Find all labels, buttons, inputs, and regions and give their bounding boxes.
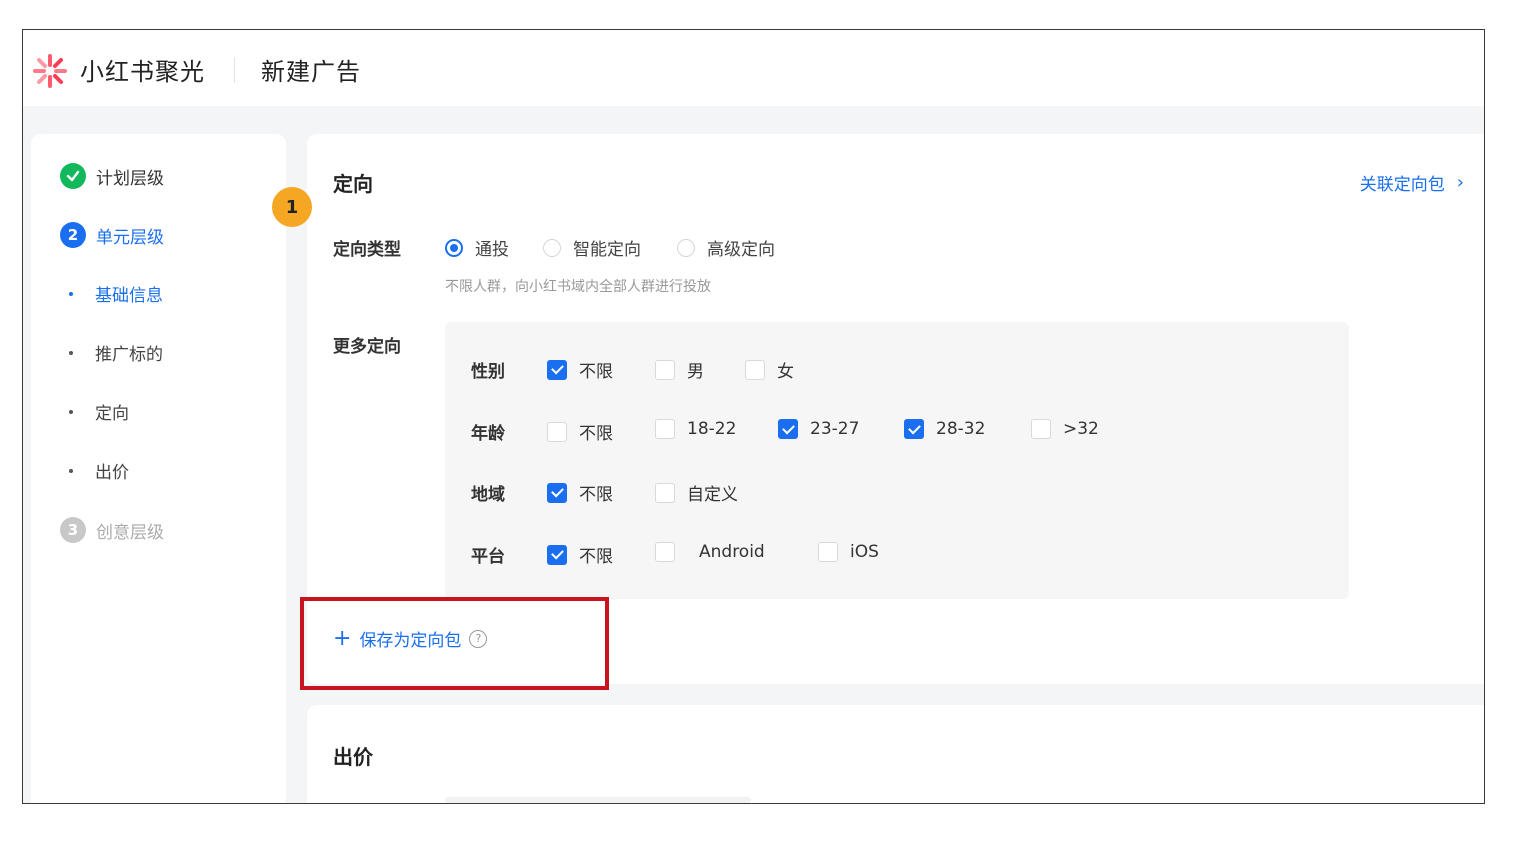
step-label: 单元层级 — [96, 227, 164, 248]
checkbox[interactable] — [655, 419, 675, 439]
checkbox-label: 女 — [777, 362, 794, 382]
region-custom-checkbox[interactable]: 自定义 — [655, 480, 738, 505]
checkbox-label: 18-22 — [687, 419, 737, 439]
chevron-right-icon: › — [1456, 172, 1464, 193]
checkbox-label: 不限 — [579, 362, 613, 382]
age-over-32-checkbox[interactable]: >32 — [1031, 419, 1099, 439]
sidebar-item-label: 定向 — [95, 404, 129, 424]
check-icon — [60, 163, 86, 189]
targeting-type-label: 定向类型 — [333, 240, 401, 260]
radio-label: 高级定向 — [707, 240, 775, 260]
link-targeting-package-button[interactable]: 关联定向包 › — [1360, 170, 1464, 195]
step-unit-level[interactable]: 2 单元层级 — [60, 222, 164, 248]
sidebar-item-basic-info[interactable]: 基础信息 — [69, 281, 163, 306]
brand-logo-icon — [33, 54, 67, 88]
sidebar-item-label: 基础信息 — [95, 286, 163, 306]
platform-unlimited-checkbox[interactable]: 不限 — [547, 542, 613, 567]
checkbox[interactable] — [655, 542, 675, 562]
page-title: 新建广告 — [261, 58, 361, 86]
bullet-icon — [69, 409, 73, 414]
section-title-targeting: 定向 — [333, 172, 373, 196]
checkbox[interactable] — [1031, 419, 1051, 439]
checkbox-label: iOS — [850, 542, 879, 562]
checkbox-label: 男 — [687, 362, 704, 382]
step-label: 计划层级 — [96, 168, 164, 189]
checkbox[interactable] — [745, 359, 765, 380]
step-creative-level[interactable]: 3 创意层级 — [60, 517, 164, 543]
radio-option-advanced[interactable]: 高级定向 — [677, 235, 775, 260]
bullet-icon — [69, 291, 73, 296]
age-18-22-checkbox[interactable]: 18-22 — [655, 419, 736, 439]
step-number-badge: 3 — [60, 517, 86, 543]
more-targeting-panel: 性别 不限 男 女 年龄 不限 18-22 23-27 28-32 >32 地域… — [445, 322, 1349, 599]
sidebar-item-label: 出价 — [95, 463, 129, 483]
platform-label: 平台 — [471, 547, 505, 567]
section-title-bidding: 出价 — [333, 745, 373, 769]
link-label: 关联定向包 — [1359, 175, 1445, 195]
bullet-icon — [69, 350, 73, 355]
gender-male-checkbox[interactable]: 男 — [655, 357, 704, 382]
step-sidebar: 计划层级 2 单元层级 基础信息 推广标的 定向 出价 3 创意层级 — [31, 134, 286, 803]
checkbox[interactable] — [547, 482, 567, 503]
sidebar-item-targeting[interactable]: 定向 — [69, 399, 129, 424]
radio-option-general[interactable]: 通投 — [445, 235, 509, 260]
targeting-hint: 不限人群，向小红书域内全部人群进行投放 — [445, 279, 711, 295]
checkbox-label: 不限 — [579, 485, 613, 505]
checkbox-label: 28-32 — [936, 419, 986, 439]
checkbox[interactable] — [655, 359, 675, 380]
bidding-card: 出价 — [307, 705, 1484, 803]
checkbox-label: >32 — [1063, 419, 1099, 439]
annotation-badge: 1 — [272, 187, 312, 227]
platform-ios-checkbox[interactable]: iOS — [818, 542, 879, 562]
checkbox-label: 23-27 — [810, 419, 860, 439]
gender-female-checkbox[interactable]: 女 — [745, 357, 794, 382]
age-23-27-checkbox[interactable]: 23-27 — [778, 419, 859, 439]
highlight-box — [300, 597, 609, 690]
sidebar-item-promotion-target[interactable]: 推广标的 — [69, 340, 163, 365]
checkbox[interactable] — [818, 542, 838, 562]
app-window: 小红书聚光 新建广告 计划层级 2 单元层级 基础信息 推广标的 定向 出价 3… — [22, 29, 1485, 804]
checkbox[interactable] — [655, 482, 675, 503]
age-label: 年龄 — [471, 424, 505, 444]
checkbox-label: 不限 — [579, 424, 613, 444]
radio-button[interactable] — [445, 238, 463, 257]
radio-button[interactable] — [677, 238, 695, 257]
brand-name: 小红书聚光 — [80, 58, 205, 86]
checkbox[interactable] — [778, 419, 798, 439]
checkbox[interactable] — [547, 421, 567, 442]
step-number-badge: 2 — [60, 222, 86, 248]
radio-label: 智能定向 — [573, 240, 641, 260]
header-divider — [234, 57, 235, 83]
radio-button[interactable] — [543, 238, 561, 257]
gender-unlimited-checkbox[interactable]: 不限 — [547, 357, 613, 382]
step-label: 创意层级 — [96, 522, 164, 543]
top-bar: 小红书聚光 新建广告 — [23, 30, 1484, 106]
radio-option-smart[interactable]: 智能定向 — [543, 235, 641, 260]
region-label: 地域 — [471, 485, 505, 505]
sidebar-item-bidding[interactable]: 出价 — [69, 458, 129, 483]
more-targeting-label: 更多定向 — [333, 337, 401, 357]
checkbox-label: Android — [699, 542, 765, 562]
step-plan-level[interactable]: 计划层级 — [60, 163, 164, 189]
age-unlimited-checkbox[interactable]: 不限 — [547, 419, 613, 444]
bullet-icon — [69, 468, 73, 473]
checkbox-label: 不限 — [579, 547, 613, 567]
platform-android-checkbox[interactable]: Android — [655, 542, 765, 562]
bidding-field-placeholder — [445, 797, 751, 803]
checkbox[interactable] — [547, 544, 567, 565]
checkbox[interactable] — [904, 419, 924, 439]
region-unlimited-checkbox[interactable]: 不限 — [547, 480, 613, 505]
checkbox[interactable] — [547, 359, 567, 380]
checkbox-label: 自定义 — [687, 485, 738, 505]
sidebar-item-label: 推广标的 — [95, 345, 163, 365]
radio-label: 通投 — [475, 240, 509, 260]
gender-label: 性别 — [471, 362, 505, 382]
age-28-32-checkbox[interactable]: 28-32 — [904, 419, 985, 439]
